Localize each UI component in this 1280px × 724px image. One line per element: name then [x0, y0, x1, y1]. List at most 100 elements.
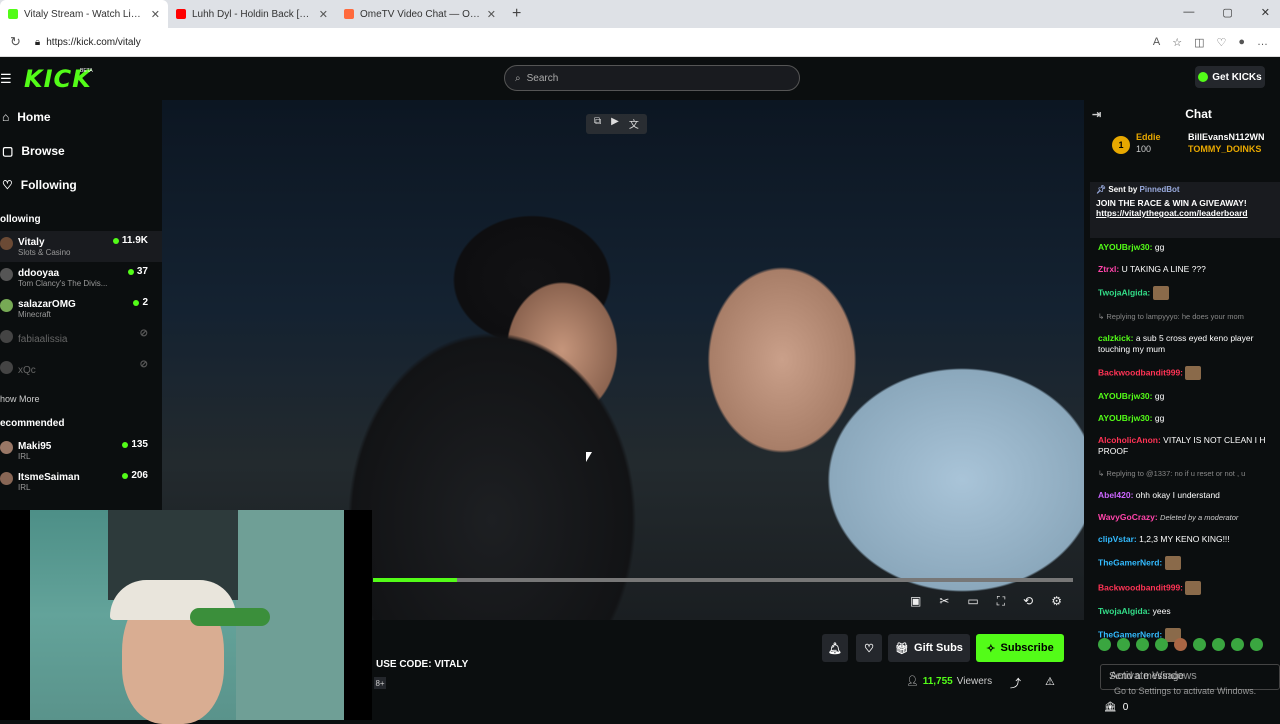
close-tab-icon[interactable]: ✕ [319, 8, 328, 21]
chat-username[interactable]: Backwoodbandit999: [1098, 582, 1185, 592]
emote-icon[interactable] [1231, 638, 1244, 651]
tab-title: OmeTV Video Chat — Omegle [360, 8, 481, 20]
fullscreen-icon[interactable]: ⛶ [997, 594, 1005, 609]
minimize-icon[interactable]: — [1183, 6, 1194, 19]
sidebar-item-following[interactable]: ♡ Following [0, 168, 162, 202]
new-tab-icon[interactable]: + [512, 5, 521, 23]
share-icon[interactable]: ⤴ [1010, 675, 1021, 691]
chat-username[interactable]: TwojaAlgida: [1098, 606, 1153, 616]
close-tab-icon[interactable]: ✕ [487, 8, 496, 21]
emote-icon[interactable] [1117, 638, 1130, 651]
player-controls: ▣ ✂ ▭ ⛶ ⟲ ⚙ [910, 594, 1062, 609]
chat-username[interactable]: AYOUBrjw30: [1098, 391, 1155, 401]
chat-text: gg [1154, 391, 1165, 401]
pinned-link[interactable]: https://vitalythegoat.com/leaderboard [1096, 208, 1280, 218]
clip-icon[interactable]: ▶ [611, 116, 619, 132]
top-gifter-value: 100 [1136, 144, 1152, 154]
emote-icon[interactable] [1250, 638, 1263, 651]
emote-icon[interactable] [1136, 638, 1149, 651]
chat-username[interactable]: Abel420: [1098, 490, 1136, 500]
channel-item-vitaly[interactable]: Vitaly Slots & Casino 11.9K [0, 231, 162, 262]
chat-username[interactable]: clipVstar: [1098, 534, 1139, 544]
chat-username[interactable]: Backwoodbandit999: [1098, 367, 1185, 377]
collapse-chat-icon[interactable]: ⇥ [1092, 108, 1101, 121]
browser-tab-ometv[interactable]: OmeTV Video Chat — Omegle ✕ [336, 0, 504, 28]
emote-icon[interactable] [1212, 638, 1225, 651]
kicks-icon: 🏦︎ [1104, 702, 1117, 713]
chat-username[interactable]: WavyGoCrazy: [1098, 512, 1160, 522]
chat-username[interactable]: Ztrxl: [1098, 264, 1122, 274]
show-more-link[interactable]: how More [0, 394, 162, 404]
chat-message: TwojaAlgida: [1098, 286, 1280, 300]
maximize-icon[interactable]: ▢ [1222, 6, 1232, 19]
report-warning-icon[interactable]: ⚠ [1045, 675, 1055, 691]
avatar [0, 237, 13, 250]
channel-item-itsmesaiman[interactable]: ItsmeSaiman IRL 206 [0, 466, 162, 497]
url-field[interactable]: 🔒︎ https://kick.com/vitaly [35, 37, 141, 48]
theater-mode-icon[interactable]: ▭ [967, 594, 978, 609]
following-heading: ollowing [0, 214, 41, 225]
clip-create-icon[interactable]: ✂ [939, 594, 949, 609]
bot-name: PinnedBot [1139, 185, 1180, 194]
rewind-icon[interactable]: ⟲ [1023, 594, 1033, 609]
chat-username[interactable]: AlcoholicAnon: [1098, 435, 1163, 445]
avatar [0, 268, 13, 281]
channel-item-maki95[interactable]: Maki95 IRL 135 [0, 435, 162, 466]
favorite-star-icon[interactable]: ☆ [1172, 36, 1182, 49]
emote-icon[interactable] [1098, 638, 1111, 651]
notification-bell-button[interactable]: 🔔︎ [822, 634, 848, 662]
channel-name: xQc [18, 365, 36, 376]
bell-icon: 🔔︎ [828, 642, 842, 655]
pinned-text: JOIN THE RACE & WIN A GIVEAWAY! [1096, 198, 1247, 208]
viewer-count-value: 11.9K [121, 235, 148, 246]
reload-icon[interactable]: ↻ [10, 34, 21, 50]
channel-item-fabiaalissia[interactable]: fabiaalissia ⊘ [0, 324, 162, 355]
channel-item-xqc[interactable]: xQc ⊘ [0, 355, 162, 386]
emote-icon[interactable] [1155, 638, 1168, 651]
browser-tab-kick[interactable]: Vitaly Stream - Watch Live on ✕ [0, 0, 168, 28]
subscribe-button[interactable]: ✧ Subscribe [976, 634, 1064, 662]
sidebar-item-browse[interactable]: ▢ Browse [0, 134, 162, 168]
chat-username[interactable]: TheGamerNerd: [1098, 557, 1165, 567]
browser-tab-youtube[interactable]: Luhh Dyl - Holdin Back [Official Vi ✕ [168, 0, 336, 28]
more-options-icon[interactable]: … [1257, 36, 1268, 49]
avatar [0, 472, 13, 485]
chat-username[interactable]: AYOUBrjw30: [1098, 242, 1155, 252]
avatar [0, 299, 13, 312]
get-kicks-label: Get KICKs [1212, 71, 1262, 83]
close-tab-icon[interactable]: ✕ [151, 8, 160, 21]
emote-icon[interactable] [1174, 638, 1187, 651]
channel-item-ddooyaa[interactable]: ddooyaa Tom Clancy's The Divis... 37 [0, 262, 162, 293]
read-aloud-icon[interactable]: A [1153, 36, 1160, 49]
menu-icon[interactable]: ☰ [0, 71, 18, 87]
profile-icon[interactable]: ● [1238, 36, 1245, 49]
follow-button[interactable]: ♡ [856, 634, 882, 662]
settings-gear-icon[interactable]: ⚙ [1051, 594, 1062, 609]
heart-icon: ♡ [864, 642, 874, 655]
chat-username[interactable]: TwojaAlgida: [1098, 287, 1153, 297]
gift-subs-button[interactable]: 🎁︎ Gift Subs [888, 634, 970, 662]
extension-icon[interactable]: ◫ [1194, 36, 1204, 49]
get-kicks-button[interactable]: Get KICKs [1195, 66, 1265, 88]
cap-brim [190, 608, 270, 626]
webcam-overlay [0, 510, 372, 724]
sidebar-item-home[interactable]: ⌂ Home [0, 100, 162, 134]
close-window-icon[interactable]: ✕ [1261, 6, 1270, 19]
miniplayer-icon[interactable]: ▣ [910, 594, 921, 609]
video-progress-bar[interactable] [373, 578, 1073, 582]
tab-title: Luhh Dyl - Holdin Back [Official Vi [192, 8, 313, 20]
channel-category: IRL [18, 482, 31, 492]
emote-icon[interactable] [1193, 638, 1206, 651]
subscribe-label: Subscribe [1000, 642, 1054, 654]
channel-item-salazaromg[interactable]: salazarOMG Minecraft 2 [0, 293, 162, 324]
collections-icon[interactable]: ♡ [1216, 36, 1226, 49]
picture-in-picture-icon[interactable]: ⧉ [594, 116, 601, 132]
translate-icon[interactable]: 文 [629, 116, 639, 132]
chat-message: Backwoodbandit999: [1098, 581, 1280, 595]
chat-text: U TAKING A LINE ??? [1121, 264, 1206, 274]
site-header: ☰ KICK BETA ⌕ Search Get KICKs [0, 57, 1280, 100]
sidebar-item-label: Following [20, 178, 77, 192]
chat-username[interactable]: AYOUBrjw30: [1098, 413, 1155, 423]
search-input[interactable]: ⌕ Search [504, 65, 800, 91]
chat-username[interactable]: calzkick: [1098, 333, 1136, 343]
